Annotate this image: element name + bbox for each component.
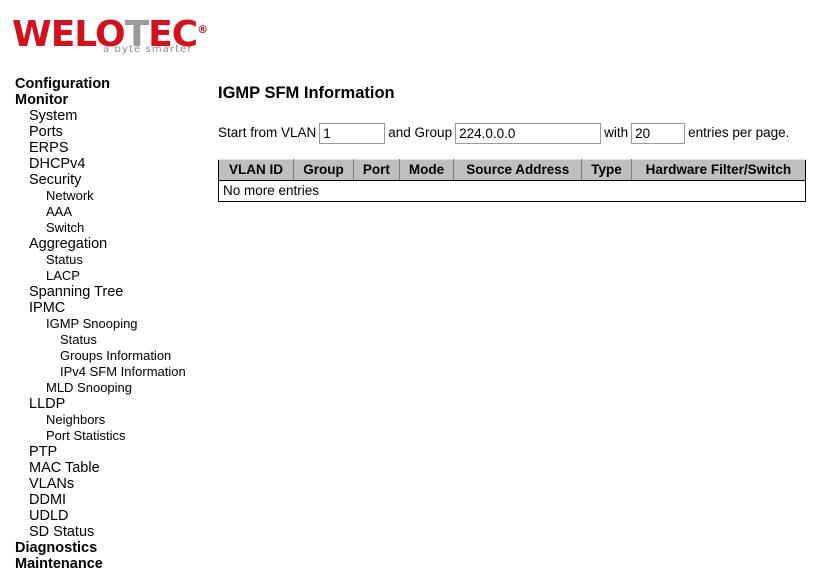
entries-per-page-input[interactable] [631, 122, 686, 144]
sidebar-item-network[interactable]: Network [0, 188, 210, 204]
logo-text-part1: WEL [12, 14, 96, 55]
sidebar-item-label: LLDP [29, 396, 66, 412]
sidebar-item-label: Port Statistics [46, 428, 126, 443]
sidebar-item-label: System [29, 108, 78, 124]
column-header-group[interactable]: Group [292, 158, 355, 181]
logo-tagline: a byte smarter [103, 44, 193, 55]
sidebar-item-label: Security [29, 172, 82, 188]
sidebar-item-label: Diagnostics [15, 540, 98, 556]
igmp-sfm-table: VLAN ID Group Port Mode Source Address Type Ha… [218, 158, 806, 202]
sidebar-item-spanning-tree[interactable]: Spanning Tree [0, 284, 210, 300]
sidebar-item-label: Switch [46, 220, 85, 235]
column-header-port[interactable]: Port [353, 158, 400, 181]
table-header-row: VLAN ID Group Port Mode Source Address Type Ha… [218, 158, 806, 181]
page-header: WELOTEC® a byte smarter [0, 0, 828, 68]
start-vlan-input[interactable] [319, 122, 386, 144]
main-content: IGMP SFM Information Start from VLAN and … [218, 76, 818, 202]
sidebar-item-maintenance[interactable]: Maintenance [0, 556, 210, 572]
sidebar-item-label: SD Status [29, 524, 95, 540]
sidebar-item-sd-status[interactable]: SD Status [0, 524, 210, 540]
sidebar-item-aggregation[interactable]: Aggregation [0, 236, 210, 252]
sidebar-item-label: Network [46, 188, 94, 203]
table-body: No more entries [218, 180, 806, 202]
sidebar-item-label: IPv4 SFM Information [60, 364, 186, 379]
sidebar-item-ipv4-sfm-information[interactable]: IPv4 SFM Information [0, 364, 210, 380]
sidebar-item-neighbors[interactable]: Neighbors [0, 412, 210, 428]
sidebar-item-ipmc[interactable]: IPMC [0, 300, 210, 316]
sidebar-item-system[interactable]: System [0, 108, 210, 124]
sidebar-item-label: Status [46, 252, 83, 267]
entries-per-page-label: entries per page. [688, 125, 790, 140]
sidebar-item-lacp[interactable]: LACP [0, 268, 210, 284]
sidebar-item-label: UDLD [29, 508, 69, 524]
column-header-hardware-filter-switch[interactable]: Hardware Filter/Switch [630, 158, 806, 181]
sidebar-item-vlans[interactable]: VLANs [0, 476, 210, 492]
table-empty-row: No more entries [218, 180, 806, 202]
sidebar-item-monitor[interactable]: Monitor [0, 92, 210, 108]
sidebar-item-label: Maintenance [15, 556, 103, 572]
empty-message: No more entries [218, 180, 806, 202]
sidebar-item-ddmi[interactable]: DDMI [0, 492, 210, 508]
sidebar-item-udld[interactable]: UDLD [0, 508, 210, 524]
group-address-input[interactable] [455, 122, 602, 144]
sidebar-item-port-statistics[interactable]: Port Statistics [0, 428, 210, 444]
sidebar-item-mld-snooping[interactable]: MLD Snooping [0, 380, 210, 396]
sidebar-item-label: Spanning Tree [29, 284, 124, 300]
column-header-mode[interactable]: Mode [398, 158, 455, 181]
sidebar-item-mac-table[interactable]: MAC Table [0, 460, 210, 476]
sidebar-item-label: Aggregation [29, 236, 108, 252]
sidebar-item-igmp-snooping[interactable]: IGMP Snooping [0, 316, 210, 332]
sidebar-item-label: IGMP Snooping [46, 316, 138, 331]
sidebar-item-label: Status [60, 332, 97, 347]
column-header-source-address[interactable]: Source Address [453, 158, 583, 181]
sidebar-item-groups-information[interactable]: Groups Information [0, 348, 210, 364]
sidebar-item-status[interactable]: Status [0, 332, 210, 348]
sidebar-item-lldp[interactable]: LLDP [0, 396, 210, 412]
page-title: IGMP SFM Information [218, 84, 395, 102]
and-group-label: and Group [388, 125, 453, 140]
sidebar-item-ports[interactable]: Ports [0, 124, 210, 140]
sidebar-item-label: DHCPv4 [29, 156, 86, 172]
column-header-type[interactable]: Type [581, 158, 632, 181]
sidebar-item-diagnostics[interactable]: Diagnostics [0, 540, 210, 556]
sidebar-item-label: IPMC [29, 300, 66, 316]
sidebar-item-dhcpv4[interactable]: DHCPv4 [0, 156, 210, 172]
sidebar-item-label: DDMI [29, 492, 67, 508]
sidebar-item-label: Ports [29, 124, 63, 140]
sidebar-item-label: MLD Snooping [46, 380, 132, 395]
table-header: VLAN ID Group Port Mode Source Address Type Ha… [218, 158, 806, 181]
sidebar-item-label: AAA [46, 204, 73, 219]
registered-trademark-icon: ® [197, 23, 209, 36]
start-from-vlan-label: Start from VLAN [218, 125, 317, 140]
sidebar-navigation: Configuration Monitor System Ports ERPS DHCPv… [0, 76, 210, 572]
sidebar-item-label: Configuration [15, 76, 111, 92]
with-label: with [604, 125, 629, 140]
filter-toolbar: Start from VLAN and Group with entries per … [218, 122, 818, 144]
sidebar-item-label: Monitor [15, 92, 69, 108]
sidebar-item-label: PTP [29, 444, 58, 460]
sidebar-item-erps[interactable]: ERPS [0, 140, 210, 156]
sidebar-item-aaa[interactable]: AAA [0, 204, 210, 220]
sidebar-item-status[interactable]: Status [0, 252, 210, 268]
sidebar-item-security[interactable]: Security [0, 172, 210, 188]
sidebar-item-ptp[interactable]: PTP [0, 444, 210, 460]
column-header-vlan-id[interactable]: VLAN ID [218, 158, 294, 181]
sidebar-item-label: MAC Table [29, 460, 100, 476]
sidebar-item-label: LACP [46, 268, 80, 283]
sidebar-item-configuration[interactable]: Configuration [0, 76, 210, 92]
sidebar-item-label: Groups Information [60, 348, 172, 363]
sidebar-item-switch[interactable]: Switch [0, 220, 210, 236]
sidebar-item-label: Neighbors [46, 412, 106, 427]
sidebar-item-label: VLANs [29, 476, 75, 492]
sidebar-item-label: ERPS [29, 140, 69, 156]
